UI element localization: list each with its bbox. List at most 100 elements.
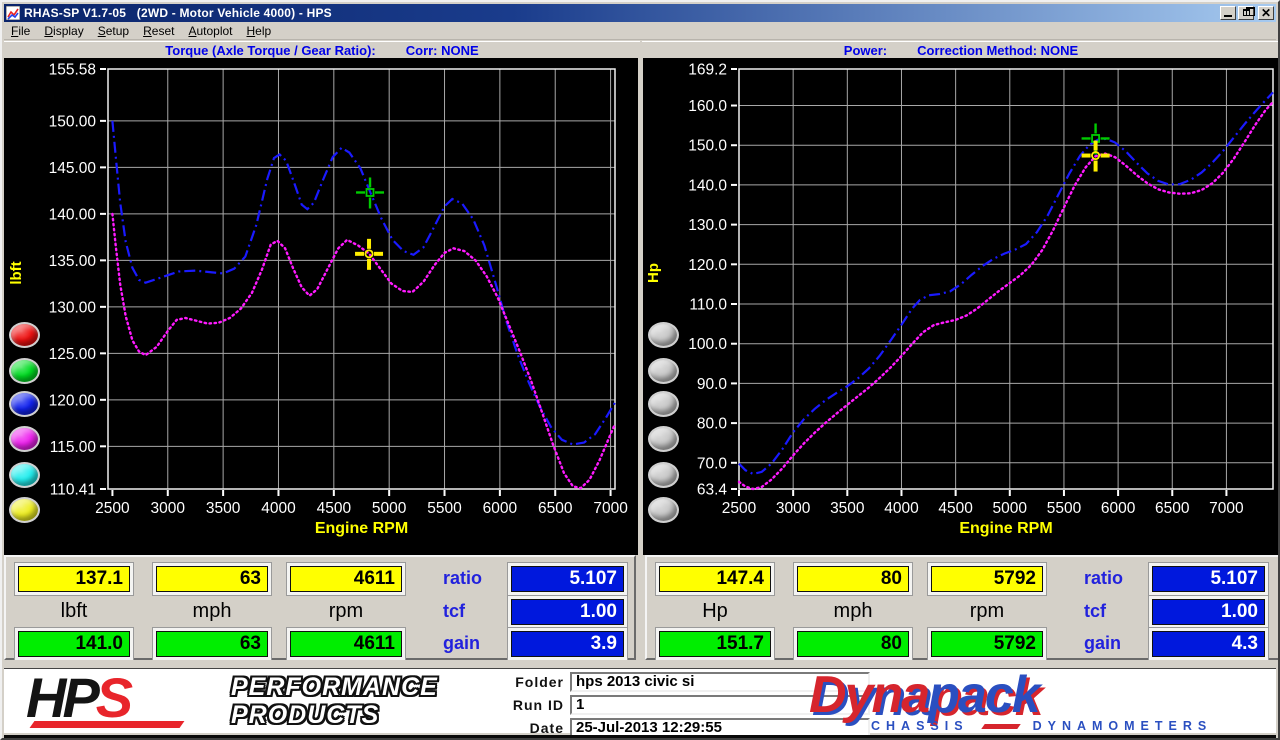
torque-cursor2-mph: 63 — [156, 631, 268, 657]
svg-text:6000: 6000 — [1101, 500, 1136, 517]
svg-text:4500: 4500 — [938, 500, 973, 517]
minimize-button[interactable] — [1220, 6, 1236, 20]
svg-text:110.41: 110.41 — [50, 482, 96, 499]
svg-text:3000: 3000 — [776, 500, 811, 517]
menu-help[interactable]: Help — [240, 22, 279, 40]
svg-text:63.4: 63.4 — [697, 482, 728, 499]
trace-button-right-2[interactable] — [648, 358, 679, 384]
power-chart[interactable]: 169.2 160.0 150.0 140.0 130.0 120.0 110.0 100.0… — [643, 58, 1280, 555]
trace-button-right-4[interactable] — [648, 426, 679, 452]
menu-display[interactable]: Display — [37, 22, 90, 40]
svg-text:155.58: 155.58 — [49, 62, 96, 79]
svg-text:4500: 4500 — [317, 500, 352, 517]
svg-text:70.0: 70.0 — [697, 455, 728, 472]
svg-text:150.0: 150.0 — [688, 138, 727, 155]
svg-text:7000: 7000 — [593, 500, 628, 517]
torque-gain-value: 3.9 — [511, 631, 624, 657]
dynapack-tagline: CHASSIS DYNAMOMETERS — [871, 719, 1213, 733]
power-cursor1-value: 147.4 — [659, 566, 771, 592]
trace-button-left-6[interactable] — [9, 497, 40, 523]
svg-text:169.2: 169.2 — [688, 62, 727, 79]
power-cursor1-rpm: 5792 — [931, 566, 1043, 592]
svg-text:5000: 5000 — [372, 500, 407, 517]
footer-white-area: HPS PERFORMANCE PRODUCTS Folder hps 2013… — [4, 666, 1278, 738]
torque-cursor2-value: 141.0 — [18, 631, 130, 657]
trace-button-right-1[interactable] — [648, 322, 679, 348]
menu-autoplot[interactable]: Autoplot — [181, 22, 239, 40]
torque-chart-header: Torque (Axle Torque / Gear Ratio): Corr:… — [4, 41, 640, 58]
menu-setup[interactable]: Setup — [91, 22, 136, 40]
power-cursor2-value: 151.7 — [659, 631, 771, 657]
trace-button-left-4[interactable] — [9, 426, 40, 452]
torque-cursor1-value: 137.1 — [18, 566, 130, 592]
restore-icon — [1243, 7, 1255, 16]
trace-button-right-6[interactable] — [648, 497, 679, 523]
trace-button-left-1[interactable] — [9, 322, 40, 348]
svg-text:5500: 5500 — [427, 500, 462, 517]
svg-text:80.0: 80.0 — [697, 416, 728, 433]
dynapack-logo: Dynapack CHASSIS DYNAMOMETERS — [809, 666, 1278, 735]
svg-text:3500: 3500 — [830, 500, 865, 517]
app-window: RHAS-SP V1.7-05 (2WD - Motor Vehicle 400… — [0, 0, 1280, 740]
trace-button-left-2[interactable] — [9, 358, 40, 384]
torque-chart[interactable]: 155.58 150.00 145.00 140.00 135.00 130.00 125.… — [4, 58, 638, 555]
app-icon — [6, 6, 20, 20]
torque-cursor1-rpm: 4611 — [290, 566, 402, 592]
torque-mph-label: mph — [192, 600, 232, 622]
torque-rpm-label: rpm — [328, 600, 364, 622]
svg-text:140.0: 140.0 — [688, 177, 727, 194]
minimize-icon — [1224, 15, 1232, 17]
hps-logo: HPS PERFORMANCE PRODUCTS — [26, 666, 466, 733]
power-readout-panel: 147.4 80 5792 ratio 5.107 Hp mph rpm tcf… — [645, 555, 1278, 660]
charts-row: 155.58 150.00 145.00 140.00 135.00 130.00 125.… — [4, 58, 1278, 555]
menu-file[interactable]: File — [4, 22, 37, 40]
power-plot[interactable]: 169.2 160.0 150.0 140.0 130.0 120.0 110.0 100.0… — [643, 58, 1280, 555]
hps-tagline: PERFORMANCE PRODUCTS — [231, 673, 438, 729]
torque-ratio-label: ratio — [443, 568, 483, 588]
power-rpm-label: rpm — [969, 600, 1005, 622]
trace-button-right-5[interactable] — [648, 462, 679, 488]
titlebar[interactable]: RHAS-SP V1.7-05 (2WD - Motor Vehicle 400… — [4, 4, 1276, 22]
svg-text:135.00: 135.00 — [49, 253, 97, 270]
power-cursor2-rpm: 5792 — [931, 631, 1043, 657]
menubar: File Display Setup Reset Autoplot Help — [4, 22, 1276, 40]
torque-readout-panel: 137.1 63 4611 ratio 5.107 lbft mph rpm t… — [4, 555, 636, 660]
torque-tcf-value: 1.00 — [511, 599, 624, 625]
trace-button-left-5[interactable] — [9, 462, 40, 488]
power-cursor2-mph: 80 — [797, 631, 909, 657]
dynapack-wordmark: Dynapack — [809, 666, 1041, 724]
menu-reset[interactable]: Reset — [136, 22, 181, 40]
close-button[interactable]: ✕ — [1258, 6, 1274, 20]
restore-button[interactable] — [1238, 6, 1255, 20]
torque-unit-label: lbft — [60, 600, 88, 622]
svg-text:130.00: 130.00 — [49, 299, 97, 316]
power-gain-value: 4.3 — [1152, 631, 1265, 657]
hps-swoosh — [29, 721, 185, 728]
svg-text:Engine RPM: Engine RPM — [959, 520, 1052, 537]
svg-text:5500: 5500 — [1047, 500, 1082, 517]
close-icon: ✕ — [1260, 6, 1272, 20]
svg-text:2500: 2500 — [722, 500, 757, 517]
torque-plot[interactable]: 155.58 150.00 145.00 140.00 135.00 130.00 125.… — [4, 58, 638, 555]
svg-text:6000: 6000 — [483, 500, 518, 517]
svg-text:100.0: 100.0 — [688, 336, 727, 353]
svg-text:lbft: lbft — [8, 261, 25, 284]
footer: HPS PERFORMANCE PRODUCTS Folder hps 2013… — [4, 660, 1278, 738]
torque-cursor1-mph: 63 — [156, 566, 268, 592]
svg-text:Engine RPM: Engine RPM — [315, 520, 408, 537]
svg-text:2500: 2500 — [95, 500, 130, 517]
power-tcf-value: 1.00 — [1152, 599, 1265, 625]
svg-text:5000: 5000 — [993, 500, 1028, 517]
power-ratio-value: 5.107 — [1152, 566, 1265, 592]
svg-text:3000: 3000 — [151, 500, 186, 517]
power-chart-header: Power: Correction Method: NONE — [642, 41, 1278, 58]
trace-button-left-3[interactable] — [9, 391, 40, 417]
power-unit-label: Hp — [702, 600, 728, 622]
torque-title: Torque (Axle Torque / Gear Ratio): — [165, 42, 376, 58]
torque-ratio-value: 5.107 — [511, 566, 624, 592]
svg-text:4000: 4000 — [261, 500, 296, 517]
torque-gain-label: gain — [443, 633, 481, 653]
trace-button-right-3[interactable] — [648, 391, 679, 417]
svg-text:130.0: 130.0 — [688, 217, 727, 234]
svg-text:3500: 3500 — [206, 500, 241, 517]
